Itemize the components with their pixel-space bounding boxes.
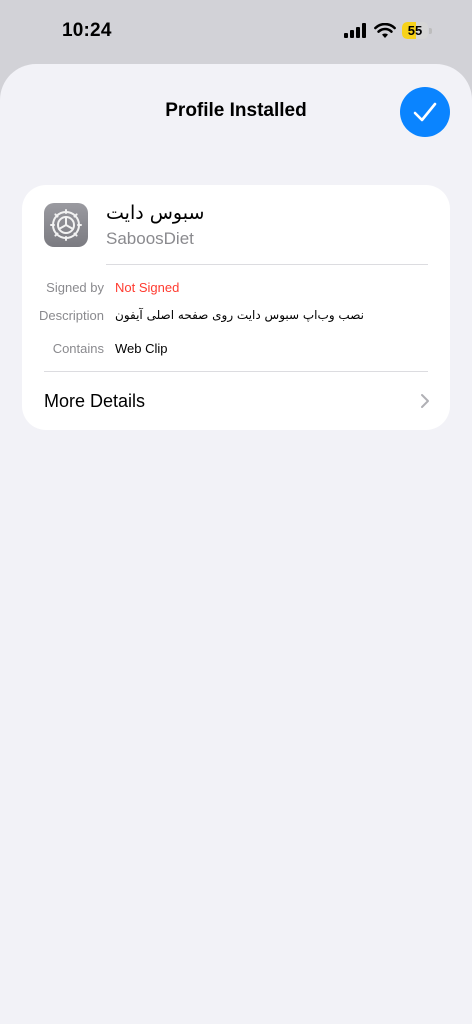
signed-by-label: Signed by (46, 280, 104, 295)
cellular-signal-icon (344, 23, 366, 38)
contains-value: Web Clip (115, 341, 168, 356)
profile-identifier: SaboosDiet (106, 229, 194, 248)
more-details-row[interactable]: More Details (22, 372, 450, 430)
done-button[interactable] (400, 87, 450, 137)
status-time: 10:24 (62, 20, 112, 41)
wifi-icon (374, 22, 396, 38)
profile-sheet: Profile Installed سبوس دایت SaboosDiet S… (0, 64, 472, 1024)
profile-name: سبوس دایت (106, 202, 205, 224)
divider (106, 264, 428, 265)
status-icons: 55 (344, 22, 432, 39)
checkmark-icon (413, 102, 437, 122)
description-label: Description (38, 308, 104, 323)
description-value: نصب وب‌اپ سبوس دایت روی صفحه اصلی آیفون (115, 308, 364, 322)
signed-by-value: Not Signed (115, 280, 180, 295)
battery-level: 55 (407, 23, 423, 38)
settings-gear-icon (44, 203, 88, 247)
chevron-right-icon (421, 394, 429, 408)
battery-icon: 55 (402, 22, 432, 39)
more-details-label: More Details (44, 391, 146, 411)
status-bar: 10:24 55 (0, 0, 472, 64)
profile-card: سبوس دایت SaboosDiet Signed by Not Signe… (22, 185, 450, 430)
screen: 10:24 55 Profile Installed سبوس دایت Sab… (0, 0, 472, 1024)
contains-label: Contains (52, 341, 104, 356)
